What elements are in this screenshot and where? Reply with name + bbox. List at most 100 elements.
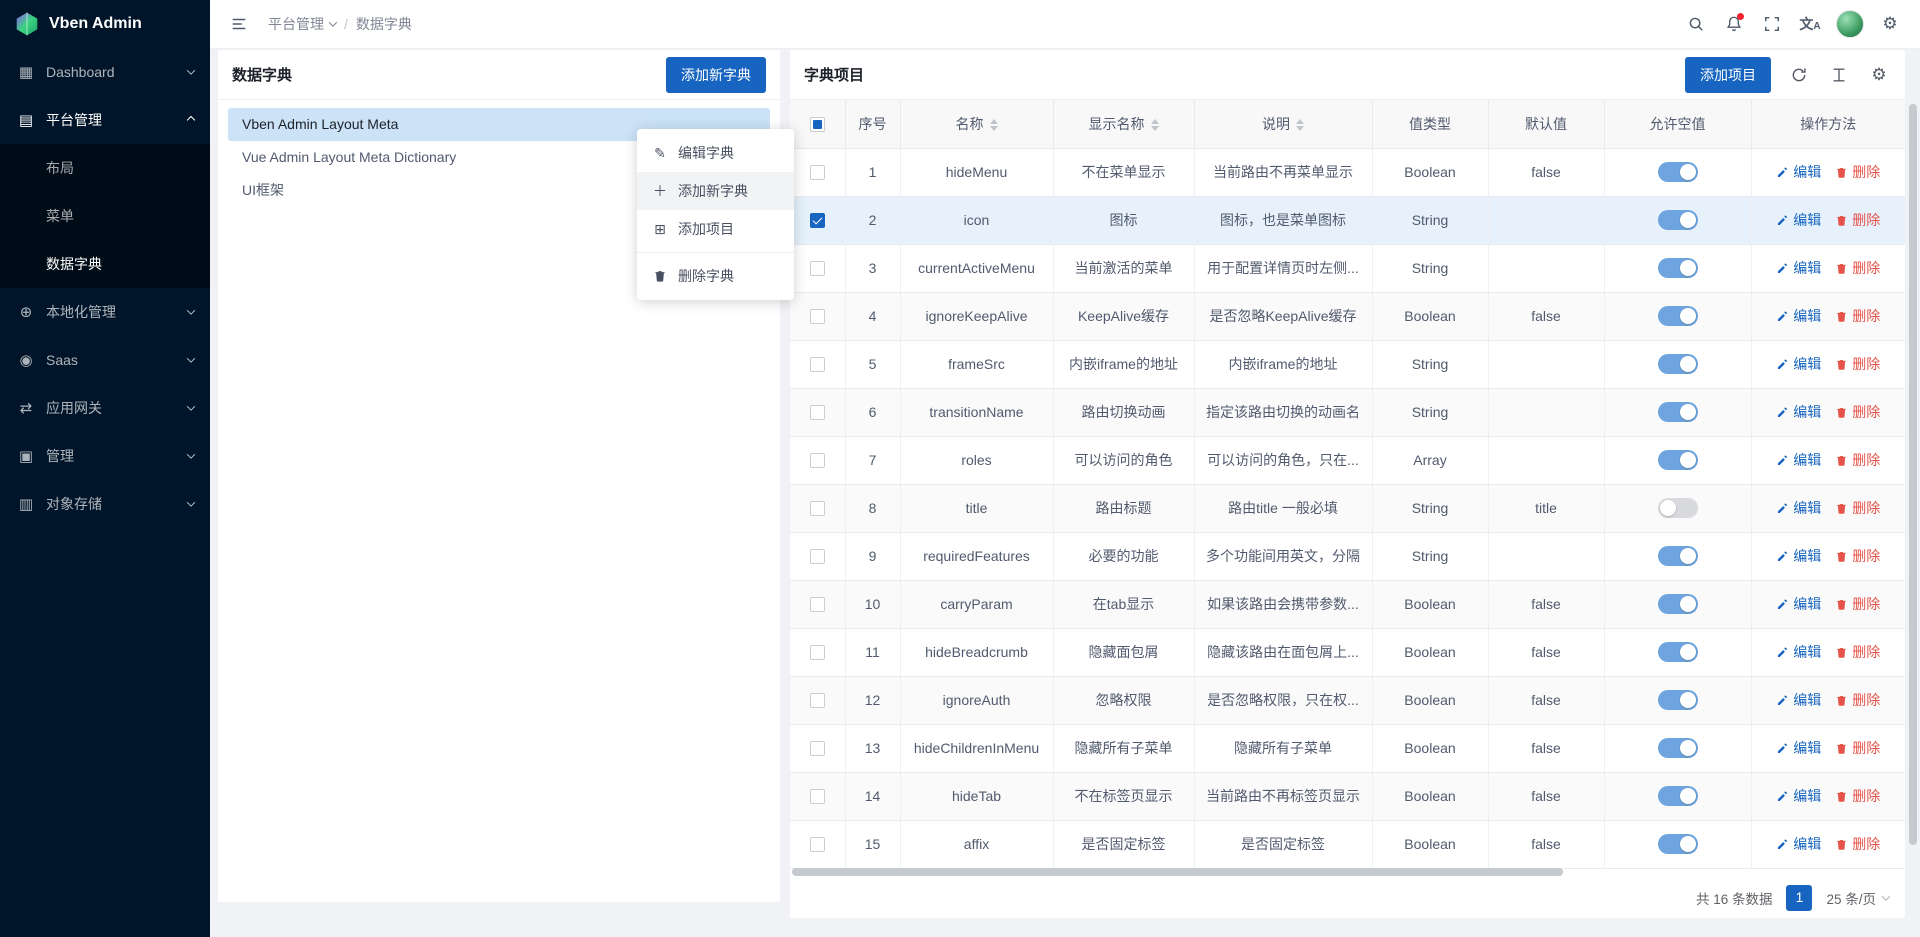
table-row[interactable]: 11hideBreadcrumb隐藏面包屑隐藏该路由在面包屑上...Boolea…: [790, 628, 1905, 676]
search-icon[interactable]: [1680, 8, 1712, 40]
table-row[interactable]: 5frameSrc内嵌iframe的地址内嵌iframe的地址String编辑删…: [790, 340, 1905, 388]
allow-null-toggle[interactable]: [1658, 354, 1698, 374]
menu-fold-icon[interactable]: [224, 9, 254, 39]
row-checkbox[interactable]: [810, 597, 825, 612]
allow-null-toggle[interactable]: [1658, 594, 1698, 614]
delete-row-button[interactable]: 删除: [1835, 402, 1880, 422]
add-item-button[interactable]: 添加项目: [1685, 57, 1771, 93]
sidebar-item[interactable]: ⇄应用网关: [0, 384, 210, 432]
table-row[interactable]: 9requiredFeatures必要的功能多个功能间用英文，分隔String编…: [790, 532, 1905, 580]
column-header[interactable]: 显示名称: [1053, 100, 1194, 148]
allow-null-toggle[interactable]: [1658, 834, 1698, 854]
add-dict-button[interactable]: 添加新字典: [666, 57, 766, 93]
avatar[interactable]: [1836, 10, 1864, 38]
edit-row-button[interactable]: 编辑: [1776, 642, 1821, 662]
translate-icon[interactable]: 文A: [1794, 8, 1826, 40]
sidebar-subitem[interactable]: 数据字典: [0, 240, 210, 288]
delete-row-button[interactable]: 删除: [1835, 210, 1880, 230]
row-height-icon[interactable]: [1827, 63, 1851, 87]
vertical-scrollbar-thumb[interactable]: [1909, 104, 1917, 845]
row-checkbox[interactable]: [810, 261, 825, 276]
delete-row-button[interactable]: 删除: [1835, 354, 1880, 374]
edit-row-button[interactable]: 编辑: [1776, 498, 1821, 518]
row-checkbox[interactable]: [810, 549, 825, 564]
delete-row-button[interactable]: 删除: [1835, 546, 1880, 566]
refresh-icon[interactable]: [1787, 63, 1811, 87]
table-row[interactable]: 6transitionName路由切换动画指定该路由切换的动画名String编辑…: [790, 388, 1905, 436]
row-checkbox[interactable]: [810, 645, 825, 660]
table-row[interactable]: 8title路由标题路由title 一般必填Stringtitle编辑删除: [790, 484, 1905, 532]
delete-row-button[interactable]: 删除: [1835, 450, 1880, 470]
column-header[interactable]: 名称: [900, 100, 1053, 148]
delete-row-button[interactable]: 删除: [1835, 690, 1880, 710]
delete-row-button[interactable]: 删除: [1835, 834, 1880, 854]
edit-row-button[interactable]: 编辑: [1776, 354, 1821, 374]
delete-row-button[interactable]: 删除: [1835, 162, 1880, 182]
allow-null-toggle[interactable]: [1658, 642, 1698, 662]
allow-null-toggle[interactable]: [1658, 498, 1698, 518]
table-row[interactable]: 1hideMenu不在菜单显示当前路由不再菜单显示Booleanfalse编辑删…: [790, 148, 1905, 196]
row-checkbox[interactable]: [810, 837, 825, 852]
context-menu-item[interactable]: ⊞添加项目: [637, 210, 794, 248]
column-header[interactable]: 说明: [1194, 100, 1372, 148]
edit-row-button[interactable]: 编辑: [1776, 834, 1821, 854]
sidebar-item[interactable]: ▥对象存储: [0, 480, 210, 528]
delete-row-button[interactable]: 删除: [1835, 642, 1880, 662]
sidebar-item[interactable]: ▤平台管理: [0, 96, 210, 144]
row-checkbox[interactable]: [810, 405, 825, 420]
edit-row-button[interactable]: 编辑: [1776, 402, 1821, 422]
table-row[interactable]: 13hideChildrenInMenu隐藏所有子菜单隐藏所有子菜单Boolea…: [790, 724, 1905, 772]
settings-icon[interactable]: ⚙: [1867, 63, 1891, 87]
context-menu-item[interactable]: ✎编辑字典: [637, 134, 794, 172]
sidebar-subitem[interactable]: 布局: [0, 144, 210, 192]
context-menu-item[interactable]: 删除字典: [637, 257, 794, 295]
row-checkbox[interactable]: [810, 165, 825, 180]
horizontal-scrollbar-thumb[interactable]: [792, 868, 1563, 876]
fullscreen-icon[interactable]: [1756, 8, 1788, 40]
row-checkbox[interactable]: [810, 213, 825, 228]
allow-null-toggle[interactable]: [1658, 306, 1698, 326]
edit-row-button[interactable]: 编辑: [1776, 450, 1821, 470]
delete-row-button[interactable]: 删除: [1835, 498, 1880, 518]
edit-row-button[interactable]: 编辑: [1776, 306, 1821, 326]
sidebar-item[interactable]: ▣管理: [0, 432, 210, 480]
edit-row-button[interactable]: 编辑: [1776, 546, 1821, 566]
vertical-scrollbar[interactable]: [1909, 0, 1917, 937]
table-row[interactable]: 12ignoreAuth忽略权限是否忽略权限，只在权...Booleanfals…: [790, 676, 1905, 724]
row-checkbox[interactable]: [810, 309, 825, 324]
sidebar-subitem[interactable]: 菜单: [0, 192, 210, 240]
sidebar-item[interactable]: ▦Dashboard: [0, 48, 210, 96]
table-row[interactable]: 10carryParam在tab显示如果该路由会携带参数...Booleanfa…: [790, 580, 1905, 628]
row-checkbox[interactable]: [810, 357, 825, 372]
bell-icon[interactable]: [1718, 8, 1750, 40]
row-checkbox[interactable]: [810, 789, 825, 804]
allow-null-toggle[interactable]: [1658, 738, 1698, 758]
allow-null-toggle[interactable]: [1658, 402, 1698, 422]
allow-null-toggle[interactable]: [1658, 258, 1698, 278]
allow-null-toggle[interactable]: [1658, 210, 1698, 230]
delete-row-button[interactable]: 删除: [1835, 786, 1880, 806]
breadcrumb-item-dict[interactable]: 数据字典: [356, 14, 412, 34]
allow-null-toggle[interactable]: [1658, 546, 1698, 566]
delete-row-button[interactable]: 删除: [1835, 258, 1880, 278]
edit-row-button[interactable]: 编辑: [1776, 594, 1821, 614]
sidebar-item[interactable]: ⊕本地化管理: [0, 288, 210, 336]
allow-null-toggle[interactable]: [1658, 690, 1698, 710]
page-1-button[interactable]: 1: [1786, 885, 1812, 911]
table-row[interactable]: 2icon图标图标，也是菜单图标String编辑删除: [790, 196, 1905, 244]
edit-row-button[interactable]: 编辑: [1776, 162, 1821, 182]
horizontal-scrollbar[interactable]: [792, 868, 1893, 876]
edit-row-button[interactable]: 编辑: [1776, 258, 1821, 278]
row-checkbox[interactable]: [810, 741, 825, 756]
table-row[interactable]: 4ignoreKeepAliveKeepAlive缓存是否忽略KeepAlive…: [790, 292, 1905, 340]
table-row[interactable]: 14hideTab不在标签页显示当前路由不再标签页显示Booleanfalse编…: [790, 772, 1905, 820]
sidebar-item[interactable]: ◉Saas: [0, 336, 210, 384]
select-all-checkbox-header[interactable]: [790, 100, 845, 148]
delete-row-button[interactable]: 删除: [1835, 738, 1880, 758]
select-all-checkbox[interactable]: [810, 117, 825, 132]
table-row[interactable]: 7roles可以访问的角色可以访问的角色，只在...Array编辑删除: [790, 436, 1905, 484]
table-row[interactable]: 15affix是否固定标签是否固定标签Booleanfalse编辑删除: [790, 820, 1905, 868]
edit-row-button[interactable]: 编辑: [1776, 210, 1821, 230]
allow-null-toggle[interactable]: [1658, 450, 1698, 470]
page-size-select[interactable]: 25 条/页: [1826, 888, 1889, 908]
